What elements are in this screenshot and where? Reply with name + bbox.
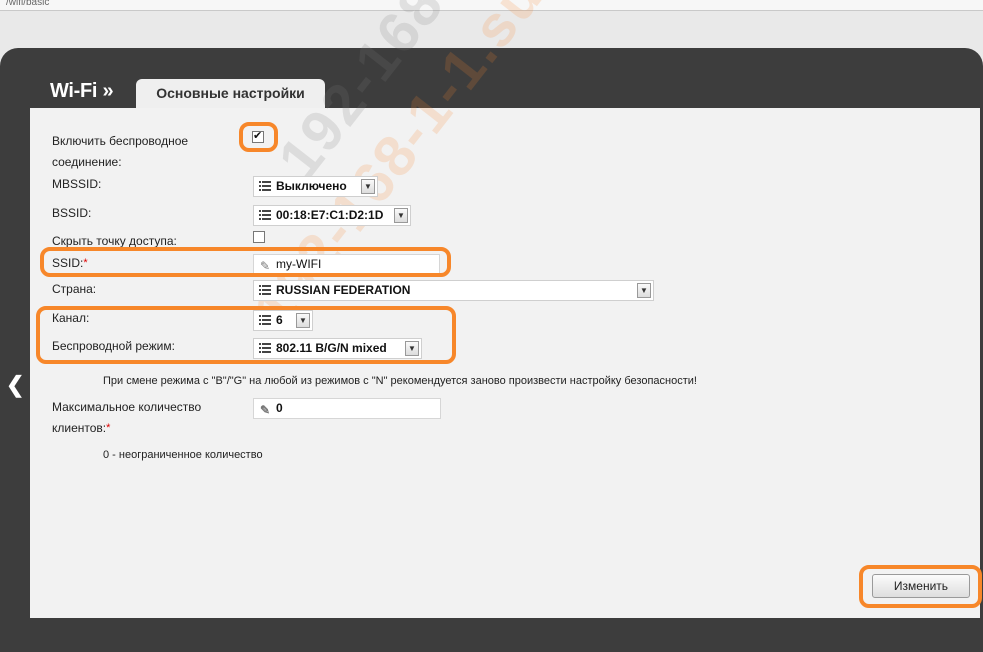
max-clients-note: 0 - неограниченное количество xyxy=(103,449,263,461)
highlight-channel-mode xyxy=(36,306,456,364)
max-clients-value: 0 xyxy=(276,401,283,415)
mbssid-select[interactable]: Выключено ▼ xyxy=(253,176,378,197)
mbssid-value: Выключено xyxy=(276,179,347,193)
required-mark: * xyxy=(106,422,111,434)
mbssid-label: MBSSID: xyxy=(52,177,102,191)
hide-ap-checkbox[interactable] xyxy=(253,231,265,243)
chevron-down-icon: ▼ xyxy=(361,179,375,194)
country-label: Страна: xyxy=(52,282,97,296)
max-clients-label-text: Максимальное количество клиентов: xyxy=(52,400,202,435)
tab-basic-settings[interactable]: Основные настройки xyxy=(136,79,325,109)
country-select[interactable]: RUSSIAN FEDERATION ▼ xyxy=(253,280,654,301)
bssid-select[interactable]: 00:18:E7:C1:D2:1D ▼ xyxy=(253,205,411,226)
url-text: /wifi/basic xyxy=(6,0,50,8)
bssid-value: 00:18:E7:C1:D2:1D xyxy=(276,208,384,222)
collapse-arrow-icon[interactable]: ❮ xyxy=(6,372,24,398)
country-value: RUSSIAN FEDERATION xyxy=(276,283,411,297)
chevron-down-icon: ▼ xyxy=(637,283,651,298)
list-icon xyxy=(259,181,271,192)
chevron-down-icon: ▼ xyxy=(394,208,408,223)
list-icon xyxy=(259,285,271,296)
max-clients-label: Максимальное количество клиентов:* xyxy=(52,397,222,439)
mode-note: При смене режима с "B"/"G" на любой из р… xyxy=(103,375,697,387)
enable-wireless-label: Включить беспроводное соединение: xyxy=(52,134,189,169)
highlight-enable xyxy=(239,122,278,152)
pencil-icon: ✎ xyxy=(260,403,271,417)
max-clients-input[interactable]: ✎ 0 xyxy=(253,398,441,419)
bssid-label: BSSID: xyxy=(52,206,92,220)
highlight-apply xyxy=(859,565,982,608)
list-icon xyxy=(259,210,271,221)
highlight-ssid xyxy=(40,247,451,277)
breadcrumb[interactable]: Wi-Fi » xyxy=(50,80,114,103)
